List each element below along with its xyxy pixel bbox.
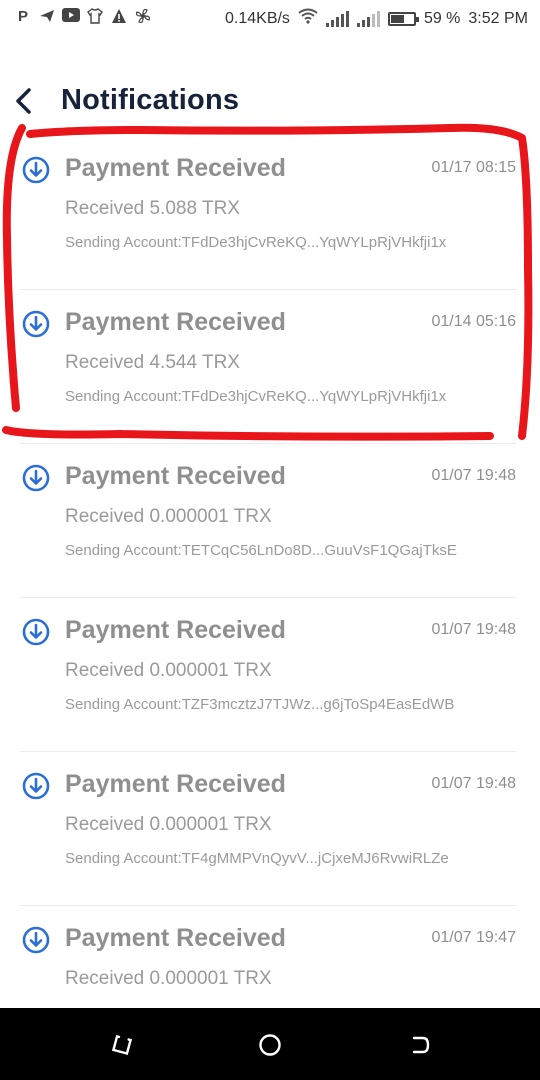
notification-title: Payment Received — [65, 924, 286, 952]
status-bar: P 0.14KB/s 59 % 3:52 PM — [0, 0, 540, 36]
download-circle-icon — [22, 772, 50, 800]
system-nav-bar — [0, 1008, 540, 1080]
send-icon — [38, 8, 56, 26]
home-button[interactable] — [257, 1032, 283, 1058]
notification-title: Payment Received — [65, 462, 286, 490]
notification-item[interactable]: Payment Received 01/07 19:48 Received 0.… — [20, 752, 516, 906]
notification-item[interactable]: Payment Received 01/14 05:16 Received 4.… — [20, 290, 516, 444]
notification-sending-account: Sending Account:TETCqC56LnDo8D...GuuVsF1… — [65, 542, 457, 559]
notification-sending-account: Sending Account:TF4gMMPVnQyvV...jCjxeMJ6… — [65, 850, 449, 867]
shirt-icon — [86, 8, 104, 26]
notification-item[interactable]: Payment Received 01/17 08:15 Received 5.… — [20, 136, 516, 290]
battery-icon — [387, 11, 419, 26]
notification-title: Payment Received — [65, 308, 286, 336]
download-circle-icon — [22, 464, 50, 492]
status-left-icons: P — [14, 8, 152, 26]
notification-item[interactable]: Payment Received 01/07 19:48 Received 0.… — [20, 444, 516, 598]
signal-icon-2 — [356, 10, 380, 27]
notification-item[interactable]: Payment Received 01/07 19:47 Received 0.… — [20, 906, 516, 1008]
network-speed: 0.14KB/s — [225, 9, 290, 27]
youtube-icon — [62, 8, 80, 26]
page-title: Notifications — [61, 84, 240, 116]
notification-amount: Received 0.000001 TRX — [65, 968, 272, 989]
recents-button[interactable] — [109, 1032, 135, 1058]
notification-item[interactable]: Payment Received 01/07 19:48 Received 0.… — [20, 598, 516, 752]
notification-amount: Received 5.088 TRX — [65, 198, 240, 219]
notification-time: 01/17 08:15 — [431, 159, 516, 176]
notification-title: Payment Received — [65, 770, 286, 798]
notification-amount: Received 0.000001 TRX — [65, 506, 272, 527]
status-time: 3:52 PM — [468, 9, 528, 27]
wifi-icon — [298, 8, 318, 29]
notification-time: 01/07 19:48 — [431, 621, 516, 638]
home-circle-icon — [259, 1034, 281, 1056]
signal-icon — [325, 10, 349, 27]
notification-sending-account: Sending Account:TZF3mcztzJ7TJWz...g6jToS… — [65, 696, 455, 713]
battery-percent: 59 % — [423, 9, 461, 27]
notification-time: 01/07 19:48 — [431, 775, 516, 792]
notification-amount: Received 0.000001 TRX — [65, 660, 272, 681]
notification-time: 01/07 19:48 — [431, 467, 516, 484]
p-icon: P — [17, 8, 28, 25]
notification-sending-account: Sending Account:TFdDe3hjCvReKQ...YqWYLpR… — [65, 234, 447, 251]
status-right: 0.14KB/s 59 % 3:52 PM — [225, 8, 528, 29]
back-button[interactable] — [12, 84, 40, 120]
notification-sending-account: Sending Account:TFdDe3hjCvReKQ...YqWYLpR… — [65, 388, 447, 405]
download-circle-icon — [22, 156, 50, 184]
fan-icon — [134, 8, 152, 26]
back-nav-button[interactable] — [407, 1032, 433, 1058]
notification-time: 01/07 19:47 — [431, 929, 516, 946]
warning-icon — [110, 8, 128, 26]
download-circle-icon — [22, 618, 50, 646]
recents-icon — [111, 1034, 133, 1056]
notification-list[interactable]: Payment Received 01/17 08:15 Received 5.… — [0, 136, 540, 1008]
notification-amount: Received 4.544 TRX — [65, 352, 240, 373]
download-circle-icon — [22, 926, 50, 954]
back-nav-icon — [412, 1036, 430, 1054]
notification-amount: Received 0.000001 TRX — [65, 814, 272, 835]
header: Notifications — [0, 72, 540, 132]
download-circle-icon — [22, 310, 50, 338]
notification-time: 01/14 05:16 — [431, 313, 516, 330]
notification-title: Payment Received — [65, 154, 286, 182]
notification-title: Payment Received — [65, 616, 286, 644]
back-arrow-icon — [16, 88, 31, 114]
